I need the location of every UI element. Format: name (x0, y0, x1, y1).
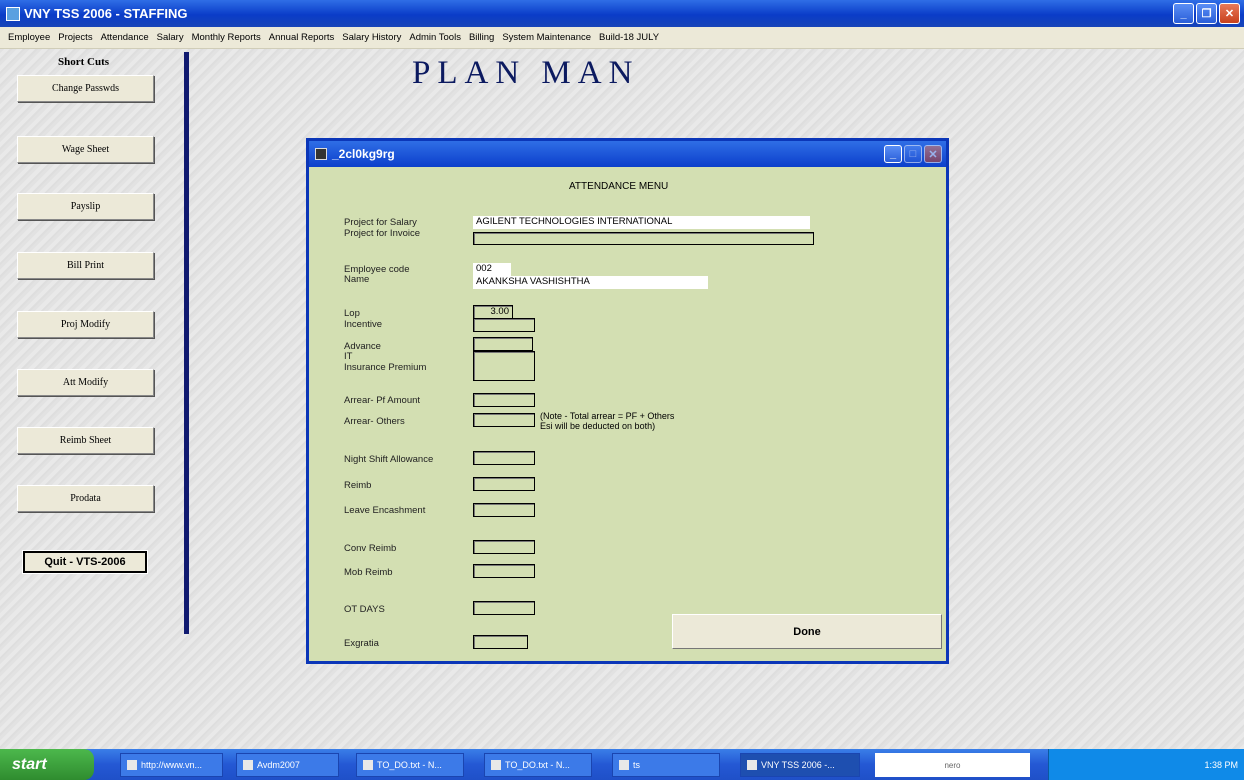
arrear-note: (Note - Total arrear = PF + Others Esi w… (540, 411, 674, 431)
app-icon (243, 760, 253, 770)
menu-billing[interactable]: Billing (469, 32, 494, 43)
app-title: VNY TSS 2006 - STAFFING (24, 6, 188, 21)
app-icon (747, 760, 757, 770)
conv-reimb-field[interactable] (473, 540, 535, 554)
ot-days-label: OT DAYS (344, 604, 385, 615)
page-title: PLAN MAN (412, 55, 640, 91)
mob-reimb-field[interactable] (473, 564, 535, 578)
taskbar-item-notepad-2[interactable]: TO_DO.txt - N... (484, 753, 592, 777)
payslip-button[interactable]: Payslip (17, 193, 154, 220)
arrear-note-line2: Esi will be deducted on both) (540, 421, 656, 431)
arrear-others-label: Arrear- Others (344, 416, 405, 427)
insurance-premium-field[interactable] (473, 351, 535, 381)
dialog-minimize-button[interactable]: _ (884, 145, 902, 163)
employee-code-field[interactable]: 002 (473, 263, 511, 276)
menu-attendance[interactable]: Attendance (101, 32, 149, 43)
dialog-icon (315, 148, 327, 160)
incentive-label: Incentive (344, 319, 383, 330)
att-modify-button[interactable]: Att Modify (17, 369, 154, 396)
shortcuts-title: Short Cuts (58, 56, 110, 68)
menu-projects[interactable]: Projects (58, 32, 92, 43)
menu-salary[interactable]: Salary (157, 32, 184, 43)
folder-icon (619, 760, 629, 770)
night-shift-field[interactable] (473, 451, 535, 465)
reimb-field[interactable] (473, 477, 535, 491)
notepad-icon (491, 760, 501, 770)
notepad-icon (363, 760, 373, 770)
lop-field[interactable]: 3.00 (473, 305, 513, 319)
browser-icon (127, 760, 137, 770)
ot-days-field[interactable] (473, 601, 535, 615)
it-label: IT (344, 351, 353, 362)
menu-bar: Employee Projects Attendance Salary Mont… (0, 27, 1244, 49)
dialog-title: _2cl0kg9rg (332, 147, 395, 161)
prodata-button[interactable]: Prodata (17, 485, 154, 512)
leave-encashment-label: Leave Encashment (344, 505, 426, 516)
menu-annual-reports[interactable]: Annual Reports (269, 32, 334, 43)
start-button[interactable]: start (0, 749, 94, 780)
menu-system-maintenance[interactable]: System Maintenance (502, 32, 591, 43)
insurance-premium-label: Insurance Premium (344, 362, 427, 373)
taskbar-item-label: VNY TSS 2006 -... (761, 760, 835, 770)
arrear-pf-label: Arrear- Pf Amount (344, 395, 421, 406)
exgratia-field[interactable] (473, 635, 528, 649)
dialog-close-button[interactable]: ✕ (924, 145, 942, 163)
name-field[interactable]: AKANKSHA VASHISHTHA (473, 276, 708, 289)
arrear-note-line1: (Note - Total arrear = PF + Others (540, 411, 675, 421)
project-invoice-field[interactable] (473, 232, 814, 245)
incentive-field[interactable] (473, 318, 535, 332)
nero-toolbar[interactable]: nero (875, 753, 1030, 777)
taskbar-item-label: Avdm2007 (257, 760, 300, 770)
leave-encashment-field[interactable] (473, 503, 535, 517)
taskbar-item-notepad-1[interactable]: TO_DO.txt - N... (356, 753, 464, 777)
menu-employee[interactable]: Employee (8, 32, 50, 43)
minimize-button[interactable]: _ (1173, 3, 1194, 24)
advance-field[interactable] (473, 337, 533, 351)
taskbar-item-label: http://www.vn... (141, 760, 203, 770)
reimb-sheet-button[interactable]: Reimb Sheet (17, 427, 154, 454)
taskbar-item-avdm[interactable]: Avdm2007 (236, 753, 339, 777)
taskbar-item-label: ts (633, 760, 641, 770)
project-invoice-label: Project for Invoice (344, 228, 421, 239)
reimb-label: Reimb (344, 480, 372, 491)
project-salary-field[interactable]: AGILENT TECHNOLOGIES INTERNATIONAL (473, 216, 810, 229)
night-shift-label: Night Shift Allowance (344, 454, 434, 465)
vertical-divider (184, 52, 189, 634)
menu-monthly-reports[interactable]: Monthly Reports (192, 32, 261, 43)
menu-salary-history[interactable]: Salary History (342, 32, 401, 43)
restore-button[interactable]: ❐ (1196, 3, 1217, 24)
taskbar-item-tss[interactable]: VNY TSS 2006 -... (740, 753, 860, 777)
exgratia-label: Exgratia (344, 638, 379, 649)
change-password-button[interactable]: Change Passwds (17, 75, 154, 102)
taskbar-item-label: TO_DO.txt - N... (377, 760, 442, 770)
taskbar-item-label: TO_DO.txt - N... (505, 760, 570, 770)
bill-print-button[interactable]: Bill Print (17, 252, 154, 279)
close-button[interactable]: ✕ (1219, 3, 1240, 24)
taskbar-item-folder[interactable]: ts (612, 753, 720, 777)
conv-reimb-label: Conv Reimb (344, 543, 397, 554)
quit-button[interactable]: Quit - VTS-2006 (22, 550, 148, 574)
mob-reimb-label: Mob Reimb (344, 567, 393, 578)
lop-label: Lop (344, 308, 360, 319)
taskbar-item-browser[interactable]: http://www.vn... (120, 753, 223, 777)
project-salary-label: Project for Salary (344, 217, 417, 228)
name-label: Name (344, 274, 370, 285)
menu-build[interactable]: Build-18 JULY (599, 32, 659, 43)
attendance-dialog: _2cl0kg9rg _ □ ✕ ATTENDANCE MENU Project… (306, 138, 949, 664)
dialog-maximize-button[interactable]: □ (904, 145, 922, 163)
wage-sheet-button[interactable]: Wage Sheet (17, 136, 154, 163)
app-title-bar: VNY TSS 2006 - STAFFING _ ❐ ✕ (0, 0, 1244, 27)
dialog-title-bar: _2cl0kg9rg _ □ ✕ (309, 141, 946, 167)
clock: 1:38 PM (1204, 759, 1238, 770)
proj-modify-button[interactable]: Proj Modify (17, 311, 154, 338)
system-tray: 1:38 PM (1048, 749, 1244, 780)
attendance-menu-header: ATTENDANCE MENU (569, 181, 669, 192)
app-icon (6, 6, 20, 21)
done-button[interactable]: Done (672, 614, 942, 649)
menu-admin-tools[interactable]: Admin Tools (409, 32, 461, 43)
arrear-others-field[interactable] (473, 413, 535, 427)
arrear-pf-field[interactable] (473, 393, 535, 407)
